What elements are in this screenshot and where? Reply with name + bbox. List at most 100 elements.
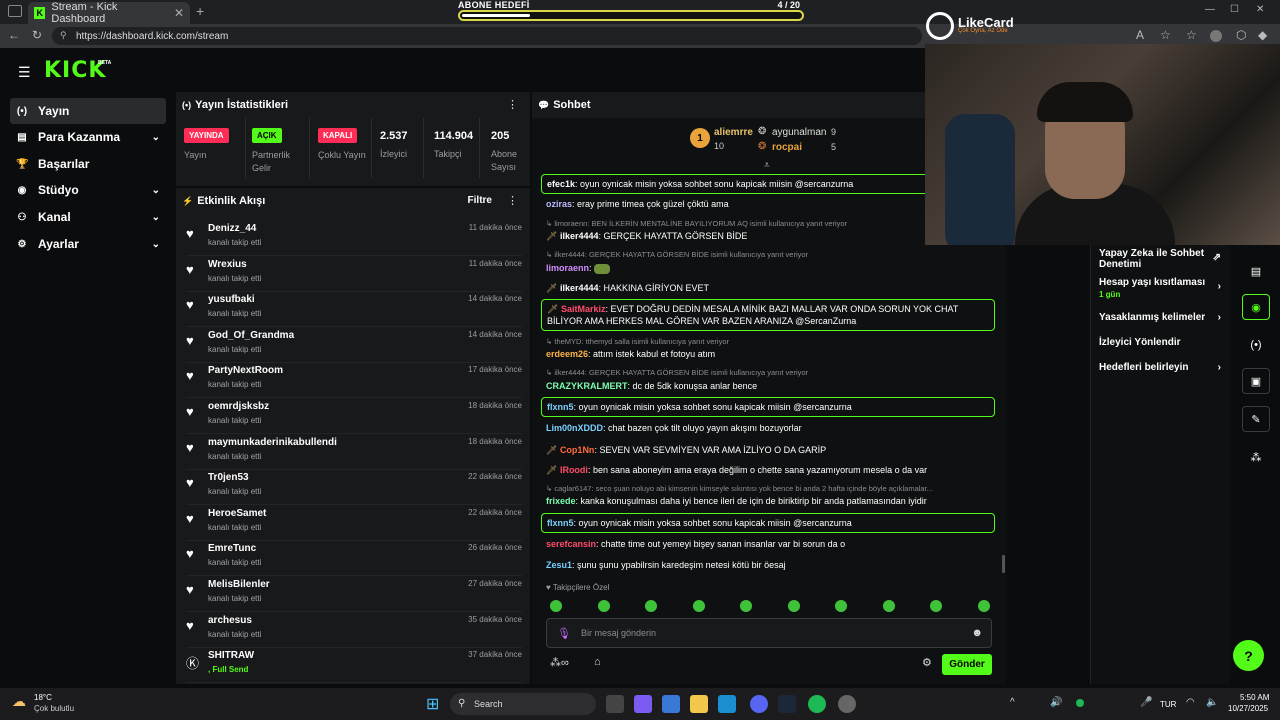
tray-chevron-icon[interactable]: ^ xyxy=(1010,697,1015,708)
obs-icon[interactable] xyxy=(838,695,856,713)
read-aloud-icon[interactable]: A xyxy=(1136,28,1144,42)
copilot-icon[interactable]: ◆ xyxy=(1258,28,1267,42)
chat-username[interactable]: ilker4444 xyxy=(560,283,599,293)
ai-moderation-item[interactable]: Yapay Zeka ile Sohbet Denetimi ⇗ xyxy=(1099,248,1225,270)
speaker-icon[interactable]: 🔈 xyxy=(1206,697,1218,708)
notes-icon[interactable]: ▤ xyxy=(1242,258,1270,284)
chat-username[interactable]: ilker4444 xyxy=(560,231,599,241)
chat-username[interactable]: limoraenn xyxy=(546,263,589,273)
more-options-icon[interactable]: ⋮ xyxy=(507,98,518,111)
weather-icon[interactable]: ☁ xyxy=(12,693,26,710)
favorite-icon[interactable]: ☆ xyxy=(1160,28,1171,42)
activity-row[interactable]: ♥ EmreTunc kanalı takip etti 26 dakika önce xyxy=(186,540,522,577)
chat-settings-icon[interactable]: ⚙ xyxy=(922,656,932,669)
weather-temp[interactable]: 18°C xyxy=(34,693,52,702)
window-close-icon[interactable]: ✕ xyxy=(1256,4,1264,15)
emote-icon[interactable] xyxy=(930,600,942,612)
more-options-icon[interactable]: ⋮ xyxy=(507,194,518,207)
chat-username[interactable]: efec1k xyxy=(547,179,575,189)
sidebar-item-ayarlar[interactable]: ⚙ Ayarlar ⌄ xyxy=(10,231,166,257)
chat-username[interactable]: Lim00nXDDD xyxy=(546,423,603,433)
activity-username[interactable]: MelisBilenler xyxy=(208,579,270,590)
emote-icon[interactable] xyxy=(787,600,800,612)
minimize-icon[interactable]: — xyxy=(1205,4,1215,15)
account-age-item[interactable]: Hesap yaşı kısıtlaması 1 gün › xyxy=(1099,277,1225,299)
activity-username[interactable]: maymunkaderinikabullendi xyxy=(208,437,337,448)
chat-scrollbar[interactable] xyxy=(1002,555,1005,573)
url-field[interactable]: ⚲ https://dashboard.kick.com/stream xyxy=(52,27,922,45)
discord-icon[interactable] xyxy=(750,695,768,713)
raid-item[interactable]: İzleyici Yönlendir xyxy=(1099,337,1225,348)
broadcast-icon[interactable]: (•) xyxy=(1242,332,1270,358)
emote-icon[interactable] xyxy=(645,600,657,612)
copilot-app-icon[interactable] xyxy=(634,695,652,713)
activity-username[interactable]: yusufbaki xyxy=(208,294,255,305)
set-goals-item[interactable]: Hedefleri belirleyin › xyxy=(1099,362,1225,373)
chat-username[interactable]: Cop1Nn xyxy=(560,445,595,455)
mic-icon[interactable]: 🎙 xyxy=(557,627,571,640)
file-explorer-icon[interactable] xyxy=(690,695,708,713)
banned-words-item[interactable]: Yasaklanmış kelimeler › xyxy=(1099,312,1225,323)
activity-row[interactable]: ♥ MelisBilenler kanalı takip etti 27 dakika… xyxy=(186,576,522,612)
new-tab-icon[interactable]: + xyxy=(196,3,204,19)
sidebar-item-kanal[interactable]: ⚇ Kanal ⌄ xyxy=(10,204,166,230)
sidebar-item-studyo[interactable]: ◉ Stüdyo ⌄ xyxy=(10,177,166,203)
leader-name[interactable]: aygunalman xyxy=(772,127,826,138)
emote-icon[interactable] xyxy=(550,600,562,612)
chat-username[interactable]: Zesu1 xyxy=(546,560,572,570)
sidebar-item-yayin[interactable]: (•) Yayın xyxy=(10,98,166,124)
screen-icon[interactable]: ▣ xyxy=(1242,368,1270,394)
leader-name[interactable]: aliemrre xyxy=(714,127,753,138)
activity-username[interactable]: SHITRAW xyxy=(208,650,254,661)
browser-app-icon[interactable] xyxy=(718,695,736,713)
emote-icon[interactable] xyxy=(977,600,990,612)
activity-username[interactable]: Denizz_44 xyxy=(208,223,256,234)
close-tab-icon[interactable]: ✕ xyxy=(174,6,184,20)
activity-row[interactable]: ♥ oemrdjsksbz kanalı takip etti 18 dakika ö… xyxy=(186,398,522,434)
browser-tab[interactable]: K Stream - Kick Dashboard ✕ xyxy=(28,1,190,25)
chat-username[interactable]: IRoodi xyxy=(560,465,588,475)
activity-username[interactable]: HeroeSamet xyxy=(208,508,266,519)
activity-row[interactable]: ♥ Tr0jen53 kanalı takip etti 22 dakika önce xyxy=(186,469,522,506)
emoji-icon[interactable]: ☻ xyxy=(971,627,983,639)
send-button[interactable]: Gönder xyxy=(942,654,992,675)
emote-icon[interactable] xyxy=(835,600,847,612)
chat-username[interactable]: frixede xyxy=(546,496,576,506)
sidebar-item-para-kazanma[interactable]: ▤ Para Kazanma ⌄ xyxy=(10,124,166,150)
activity-row[interactable]: ♥ Wrexius kanalı takip etti 11 dakika önce xyxy=(186,256,522,292)
volume-tray-icon[interactable]: 🔊 xyxy=(1050,697,1062,708)
clock-time[interactable]: 5:50 AM xyxy=(1240,693,1269,702)
steam-icon[interactable] xyxy=(778,695,796,713)
chat-username[interactable]: serefcansin xyxy=(546,539,596,549)
activity-row[interactable]: ♥ archesus kanalı takip etti 35 dakika önce xyxy=(186,612,522,648)
activity-username[interactable]: God_Of_Grandma xyxy=(208,330,294,341)
help-button[interactable]: ? xyxy=(1233,640,1264,671)
chat-username[interactable]: SaitMarkiz xyxy=(561,304,606,314)
collapse-icon[interactable]: ⩡ xyxy=(764,160,770,171)
wifi-icon[interactable]: ◠ xyxy=(1186,697,1195,708)
reload-icon[interactable]: ↻ xyxy=(32,28,42,42)
mic-tray-icon[interactable]: 🎤 xyxy=(1140,697,1152,708)
chat-username[interactable]: CRAZYKRALMERT xyxy=(546,381,628,391)
spotify-tray-icon[interactable] xyxy=(1076,699,1084,707)
collections-icon[interactable]: ☆ xyxy=(1186,28,1197,42)
store-icon[interactable]: ⌂ xyxy=(594,656,601,668)
activity-username[interactable]: Wrexius xyxy=(208,259,247,270)
emote-icon[interactable] xyxy=(692,600,705,612)
kick-coins-icon[interactable]: ⁂ xyxy=(1242,444,1270,470)
chat-username[interactable]: oziras xyxy=(546,199,572,209)
filter-button[interactable]: Filtre xyxy=(468,195,492,206)
activity-row[interactable]: Ⓚ SHITRAW , Full Send 37 dakika önce xyxy=(186,647,522,684)
menu-icon[interactable]: ☰ xyxy=(18,64,31,81)
edge-app-icon[interactable] xyxy=(662,695,680,713)
taskbar-search[interactable]: ⚲ Search xyxy=(450,693,596,715)
chat-input[interactable]: 🎙 Bir mesaj gönderin ☻ xyxy=(546,618,992,648)
chat-username[interactable]: erdeem26 xyxy=(546,349,588,359)
activity-username[interactable]: Tr0jen53 xyxy=(208,472,249,483)
chat-username[interactable]: flxnn5 xyxy=(547,518,574,528)
kick-coins-icon[interactable]: ⁂∞ xyxy=(550,656,569,669)
site-info-icon[interactable]: ⚲ xyxy=(60,30,67,41)
back-icon[interactable]: ← xyxy=(8,28,20,42)
emote-icon[interactable] xyxy=(740,600,752,612)
maximize-icon[interactable]: ☐ xyxy=(1230,4,1239,15)
